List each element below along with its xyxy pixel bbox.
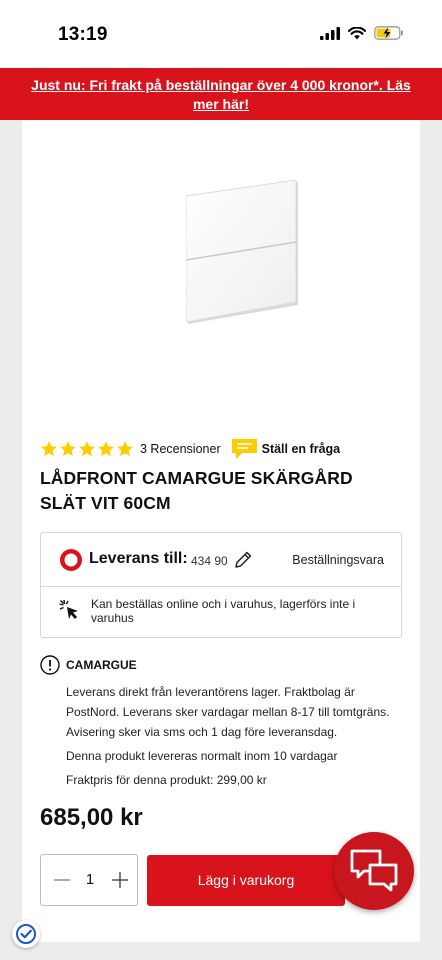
chat-button[interactable] xyxy=(334,832,414,910)
cursor-click-icon xyxy=(59,599,78,619)
postcode-value: 434 90 xyxy=(191,554,228,568)
star-icon xyxy=(117,441,133,457)
availability-text: Kan beställas online och i varuhus, lage… xyxy=(91,597,356,625)
drawer-front-image xyxy=(186,180,298,324)
star-icon xyxy=(79,441,95,457)
star-icon xyxy=(98,441,114,457)
shipping-price-text: Fraktpris för denna produkt: 299,00 kr xyxy=(66,773,267,787)
status-bar: 13:19 xyxy=(0,0,442,68)
reviews-link[interactable]: 3 Recensioner xyxy=(140,442,221,456)
delivery-label: Leverans till: xyxy=(89,550,188,567)
status-icons xyxy=(320,26,404,40)
promo-banner[interactable]: Just nu: Fri frakt på beställningar över… xyxy=(0,68,442,120)
product-title: LÅDFRONT CAMARGUE SKÄRGÅRD SLÄT VIT 60CM xyxy=(40,468,353,513)
plus-icon[interactable] xyxy=(107,867,133,893)
status-time: 13:19 xyxy=(58,24,108,45)
speech-bubble-icon xyxy=(231,439,257,459)
star-rating[interactable] xyxy=(40,440,134,458)
pencil-icon[interactable] xyxy=(233,550,253,570)
info-icon xyxy=(40,655,60,675)
ask-question-label: Ställ en fråga xyxy=(261,442,341,456)
ask-question-link[interactable]: Ställ en fråga xyxy=(231,438,341,460)
quantity-stepper: 1 xyxy=(40,854,138,906)
location-target-icon xyxy=(60,549,82,571)
star-icon xyxy=(41,441,57,457)
delivery-time-text: Denna produkt levereras normalt inom 10 … xyxy=(66,749,338,763)
minus-icon[interactable] xyxy=(49,867,75,893)
supplier-info: Leverans direkt från leverantörens lager… xyxy=(66,682,406,794)
signal-icon xyxy=(320,26,340,40)
wifi-icon xyxy=(348,26,366,39)
quantity-value[interactable]: 1 xyxy=(83,871,97,888)
supplier-name: CAMARGUE xyxy=(66,658,137,672)
delivery-row[interactable]: Leverans till: 434 90 Beställningsvara xyxy=(41,533,401,587)
check-badge-icon xyxy=(16,924,36,944)
shipping-info-text: Leverans direkt från leverantörens lager… xyxy=(66,685,390,739)
product-price: 685,00 kr xyxy=(40,804,143,831)
chat-icon xyxy=(350,849,398,892)
product-card: 3 Recensioner Ställ en fråga LÅDFRONT CA… xyxy=(22,120,420,942)
rating-row: 3 Recensioner Ställ en fråga xyxy=(40,438,340,460)
battery-charging-icon xyxy=(374,26,403,40)
verified-badge[interactable] xyxy=(12,920,40,948)
add-to-cart-button[interactable]: Lägg i varukorg xyxy=(147,855,345,906)
star-icon xyxy=(60,441,76,457)
delivery-box: Leverans till: 434 90 Beställningsvara K… xyxy=(40,532,402,638)
order-type-label: Beställningsvara xyxy=(292,553,384,567)
